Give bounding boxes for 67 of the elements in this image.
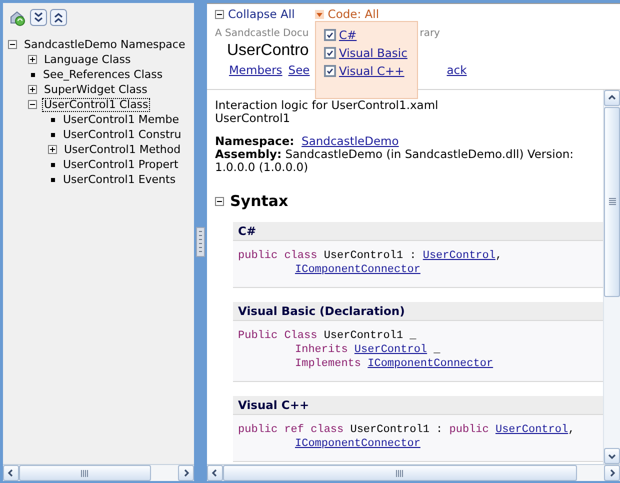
assembly-text: Assembly: SandcastleDemo (in SandcastleDemo.dll) Version: 1.0.0.0 (1.0.0.0): [215, 148, 575, 174]
language-header: Visual Basic (Declaration): [233, 302, 603, 321]
code-line: Implements IComponentConnector: [295, 358, 494, 370]
grip-icon: [608, 198, 616, 206]
summary-text: Interaction logic for UserControl1.xaml: [215, 99, 440, 112]
menu-item-link[interactable]: C#: [339, 28, 357, 42]
header-link[interactable]: ack: [446, 63, 467, 77]
type-link[interactable]: IComponentConnector: [295, 438, 420, 450]
collapse-all-link[interactable]: Collapse All: [228, 7, 295, 21]
tree-item[interactable]: SandcastleDemo Namespace: [22, 38, 188, 52]
dropdown-icon[interactable]: [314, 10, 324, 18]
expand-icon[interactable]: [28, 55, 37, 64]
collapse-icon[interactable]: [215, 10, 224, 18]
language-header: C#: [233, 222, 603, 241]
summary-text: UserControl1: [215, 112, 290, 125]
bullet-icon: [51, 162, 55, 166]
tree-item[interactable]: See_References Class: [41, 68, 165, 82]
code-filter-dropdown[interactable]: Code: All: [328, 7, 380, 21]
namespace-link[interactable]: SandcastleDemo: [302, 134, 399, 148]
collapse-icon[interactable]: [28, 100, 37, 109]
menu-item-link[interactable]: Visual Basic: [339, 46, 408, 60]
code-line: public ref class UserControl1 : public UserControl,: [238, 424, 575, 436]
checkbox[interactable]: [324, 29, 336, 41]
collapse-icon[interactable]: [8, 40, 17, 49]
checkbox[interactable]: [324, 65, 336, 77]
type-link[interactable]: IComponentConnector: [368, 358, 494, 370]
header-link[interactable]: See: [288, 63, 310, 77]
tree-item[interactable]: SuperWidget Class: [42, 82, 150, 96]
type-link[interactable]: UserControl: [422, 250, 496, 262]
section-heading: Syntax: [230, 192, 288, 210]
code-line: public class UserControl1 : UserControl,: [238, 250, 502, 262]
horizontal-scrollbar[interactable]: [3, 464, 194, 481]
menu-item-link[interactable]: Visual C++: [339, 64, 404, 78]
bullet-icon: [51, 118, 55, 122]
code-line: Public Class UserControl1 _: [238, 330, 416, 342]
tree-item[interactable]: UserControl1 Events: [61, 172, 178, 186]
tree-item[interactable]: UserControl1 Membe: [61, 112, 182, 126]
tree-item[interactable]: UserControl1 Method: [62, 142, 183, 156]
type-link[interactable]: UserControl: [354, 344, 428, 356]
expand-icon[interactable]: [28, 85, 37, 94]
horizontal-scrollbar[interactable]: [207, 464, 620, 481]
grip-icon: [396, 470, 404, 476]
tree-item[interactable]: Language Class: [42, 52, 133, 66]
namespace-line: Namespace: SandcastleDemo: [215, 135, 400, 148]
language-header: Visual C++: [233, 396, 603, 415]
type-link[interactable]: UserControl: [495, 424, 568, 436]
expand-icon[interactable]: [48, 145, 57, 154]
expand-all-icon[interactable]: [30, 9, 47, 26]
sync-icon[interactable]: [9, 9, 27, 27]
splitter-grip-icon[interactable]: [196, 227, 205, 257]
type-link[interactable]: IComponentConnector: [295, 264, 420, 276]
bullet-icon: [51, 132, 55, 136]
vertical-scrollbar[interactable]: [603, 90, 620, 464]
subtitle-text: A Sandcastle Docu: [215, 28, 309, 39]
header-link[interactable]: Members: [229, 63, 282, 77]
tree-item[interactable]: UserControl1 Constru: [61, 128, 184, 142]
bullet-icon: [51, 178, 55, 182]
code-line: Inherits UserControl _: [295, 344, 440, 356]
tree-item[interactable]: UserControl1 Class: [42, 98, 150, 112]
grip-icon: [81, 470, 89, 476]
collapse-all-icon[interactable]: [50, 9, 67, 26]
page-title: UserContro: [227, 42, 309, 60]
collapse-icon[interactable]: [215, 196, 224, 206]
bullet-icon: [31, 72, 35, 76]
checkbox[interactable]: [324, 47, 336, 59]
tree-item[interactable]: UserControl1 Propert: [61, 158, 180, 172]
subtitle-text: rary: [420, 28, 440, 39]
